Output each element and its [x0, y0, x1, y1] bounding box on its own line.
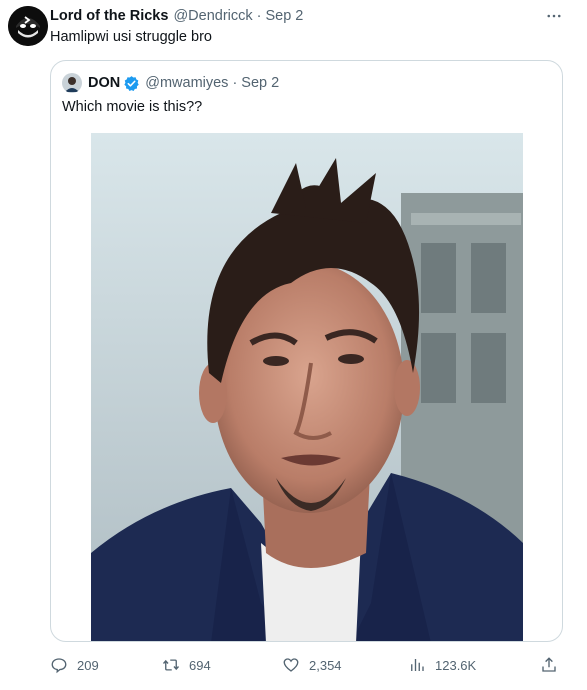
photo-man-portrait [91, 133, 523, 641]
quoted-author-avatar[interactable] [62, 73, 82, 93]
share-icon [542, 657, 556, 672]
tweet[interactable]: Lord of the Ricks @Dendricck · Sep 2 Ham… [0, 0, 587, 690]
like-button[interactable]: 2,354 [282, 653, 342, 677]
reply-icon [51, 658, 67, 674]
tweet-text: Hamlipwi usi struggle bro [50, 29, 212, 45]
retweet-button[interactable]: 694 [162, 653, 211, 677]
quoted-tweet-header: DON @mwamiyes · Sep 2 [62, 73, 279, 93]
quoted-tweet[interactable]: DON @mwamiyes · Sep 2 Which movie is thi… [50, 60, 563, 642]
author-avatar[interactable] [8, 6, 48, 46]
verified-badge-icon [123, 75, 140, 92]
more-horizontal-icon [547, 14, 561, 18]
reply-button[interactable]: 209 [50, 653, 99, 677]
quoted-author-name[interactable]: DON [88, 75, 120, 91]
views-count: 123.6K [435, 657, 477, 673]
tweet-actions: 209 694 2,354 123.6K [50, 653, 562, 677]
author-handle[interactable]: @Dendricck [173, 8, 252, 24]
retweet-count: 694 [189, 657, 211, 673]
tweet-header: Lord of the Ricks @Dendricck · Sep 2 [50, 6, 303, 26]
views-icon [411, 659, 424, 671]
masked-face-avatar-icon [8, 6, 48, 46]
separator-dot: · [256, 8, 262, 24]
tweet-photo[interactable] [91, 133, 523, 641]
retweet-icon [162, 659, 180, 671]
quoted-tweet-text: Which movie is this?? [62, 99, 203, 115]
quoted-tweet-time[interactable]: Sep 2 [241, 75, 279, 91]
views-button[interactable]: 123.6K [408, 653, 476, 677]
more-options-button[interactable] [543, 6, 565, 26]
like-icon [283, 658, 299, 672]
person-avatar-icon [62, 73, 82, 93]
author-name[interactable]: Lord of the Ricks [50, 8, 168, 24]
like-count: 2,354 [309, 657, 342, 673]
share-button[interactable] [540, 653, 558, 677]
separator-dot: · [232, 75, 238, 91]
reply-count: 209 [77, 657, 99, 673]
tweet-time[interactable]: Sep 2 [265, 8, 303, 24]
quoted-author-handle[interactable]: @mwamiyes [145, 75, 228, 91]
